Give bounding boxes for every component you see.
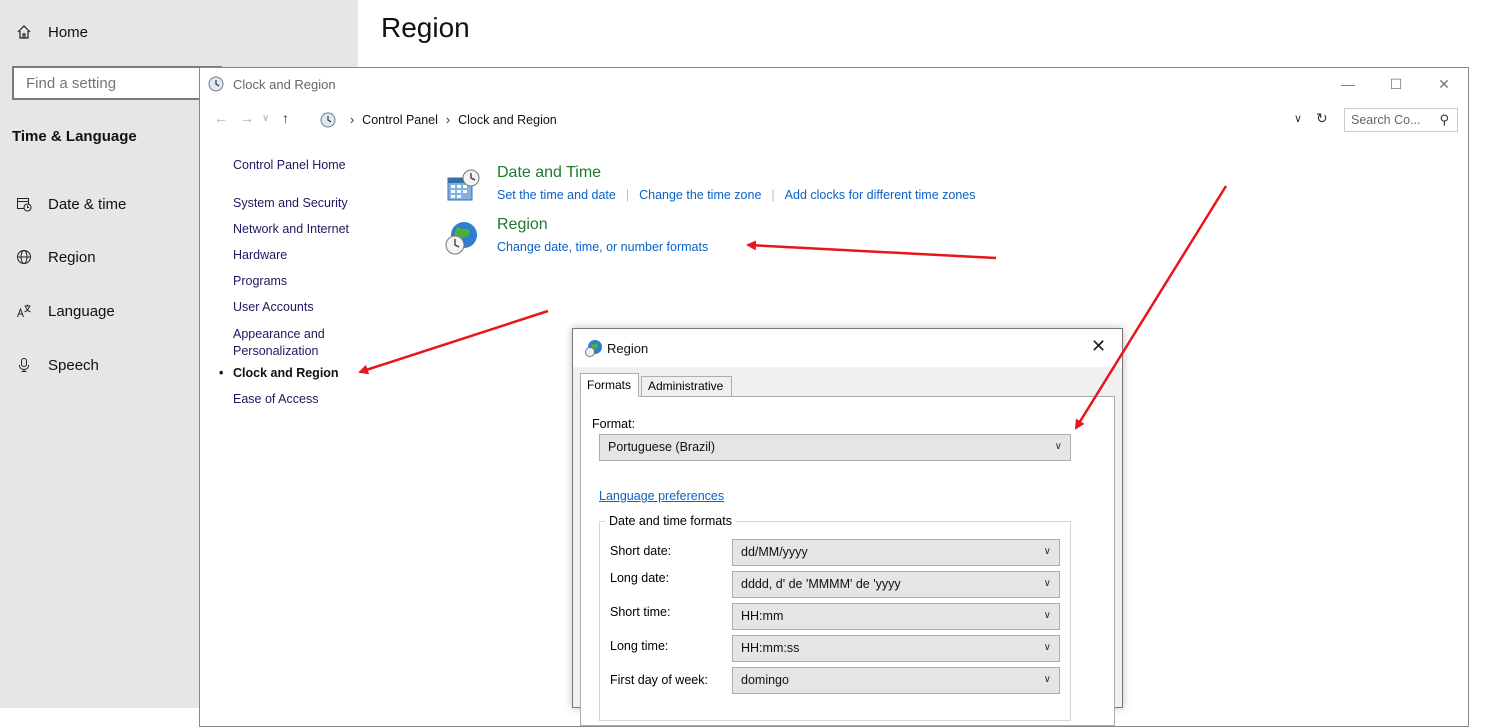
close-dialog-button[interactable]: ✕ (1091, 336, 1106, 357)
back-arrow-icon[interactable]: ← (214, 110, 228, 126)
left-nav-current-item: Clock and Region (219, 366, 339, 380)
nav-label: Date & time (48, 195, 127, 213)
short-date-value: dd/MM/yyyy (741, 545, 808, 559)
region-globe-icon (585, 340, 602, 357)
left-nav-link[interactable]: Programs (233, 274, 287, 288)
set-time-date-link[interactable]: Set the time and date (497, 188, 616, 202)
clock-region-icon (320, 112, 336, 128)
breadcrumb-separator-icon[interactable]: › (446, 113, 450, 127)
nav-item-region[interactable]: Region (0, 237, 96, 277)
tab-administrative[interactable]: Administrative (641, 376, 732, 397)
window-titlebar[interactable]: Clock and Region — ☐ ✕ (200, 68, 1468, 100)
breadcrumb: › Control Panel › Clock and Region (342, 113, 557, 127)
change-time-zone-link[interactable]: Change the time zone (639, 188, 761, 202)
left-nav-link[interactable]: Hardware (233, 248, 287, 262)
nav-label: Language (48, 302, 115, 320)
breadcrumb-item[interactable]: Control Panel (362, 113, 438, 127)
recent-locations-chevron-icon[interactable]: ∨ (262, 113, 269, 124)
minimize-button[interactable]: — (1328, 72, 1368, 96)
language-preferences-link[interactable]: Language preferences (599, 489, 724, 503)
breadcrumb-separator-icon: › (350, 113, 355, 127)
globe-icon (12, 245, 36, 269)
region-dialog: Region ✕ Formats Administrative Format: … (572, 328, 1123, 726)
short-time-dropdown[interactable]: HH:mm ∨ (732, 603, 1060, 630)
left-nav-link[interactable]: Network and Internet (233, 222, 349, 236)
language-icon (12, 299, 36, 323)
chevron-down-icon: ∨ (1043, 578, 1051, 589)
link-divider: | (625, 188, 630, 202)
chevron-down-icon: ∨ (1043, 610, 1051, 621)
search-placeholder: Search Co... (1351, 113, 1421, 127)
tab-formats[interactable]: Formats (580, 373, 639, 397)
first-day-label: First day of week: (610, 673, 708, 687)
search-control-panel-input[interactable]: Search Co... ⚲ (1344, 108, 1458, 132)
short-date-dropdown[interactable]: dd/MM/yyyy ∨ (732, 539, 1060, 566)
nav-label: Region (48, 248, 96, 266)
long-date-label: Long date: (610, 571, 670, 585)
dialog-title: Region (607, 341, 649, 356)
chevron-down-icon: ∨ (1043, 642, 1051, 653)
close-window-button[interactable]: ✕ (1424, 72, 1464, 96)
short-date-label: Short date: (610, 544, 672, 558)
chevron-down-icon: ∨ (1054, 441, 1062, 452)
address-dropdown-icon[interactable]: ∨ (1294, 112, 1302, 125)
first-day-value: domingo (741, 673, 789, 687)
breadcrumb-item[interactable]: Clock and Region (458, 113, 557, 127)
nav-item-language[interactable]: Language (0, 291, 115, 331)
date-time-links: Set the time and date | Change the time zo… (497, 188, 976, 202)
home-icon (12, 20, 36, 44)
link-divider: | (771, 188, 775, 202)
group-title: Date and time formats (605, 514, 736, 528)
maximize-button[interactable]: ☐ (1376, 72, 1416, 96)
format-label: Format: (592, 417, 636, 431)
region-globe-icon[interactable] (444, 220, 480, 256)
window-title: Clock and Region (233, 77, 336, 92)
left-nav-home-link[interactable]: Control Panel Home (233, 158, 346, 172)
nav-item-speech[interactable]: Speech (0, 345, 99, 385)
long-time-label: Long time: (610, 639, 669, 653)
long-time-value: HH:mm:ss (741, 641, 800, 655)
long-date-dropdown[interactable]: dddd, d' de 'MMMM' de 'yyyy ∨ (732, 571, 1060, 598)
first-day-dropdown[interactable]: domingo ∨ (732, 667, 1060, 694)
refresh-icon[interactable]: ↻ (1316, 110, 1328, 127)
format-value: Portuguese (Brazil) (608, 440, 715, 454)
home-label: Home (48, 23, 89, 41)
date-and-time-title[interactable]: Date and Time (497, 164, 601, 182)
long-time-dropdown[interactable]: HH:mm:ss ∨ (732, 635, 1060, 662)
left-nav-link[interactable]: System and Security (233, 196, 348, 210)
region-title[interactable]: Region (497, 216, 548, 234)
forward-arrow-icon[interactable]: → (240, 110, 254, 126)
chevron-down-icon: ∨ (1043, 674, 1051, 685)
short-time-value: HH:mm (741, 609, 784, 623)
home-nav-item[interactable]: Home (0, 12, 88, 52)
up-arrow-icon[interactable]: ↑ (282, 110, 289, 126)
add-clocks-link[interactable]: Add clocks for different time zones (785, 188, 976, 202)
format-dropdown[interactable]: Portuguese (Brazil) ∨ (599, 434, 1071, 461)
left-nav-link[interactable]: Ease of Access (233, 392, 318, 406)
page-title: Region (381, 12, 470, 43)
section-title: Time & Language (12, 128, 137, 145)
chevron-down-icon: ∨ (1043, 546, 1051, 557)
microphone-icon (12, 353, 36, 377)
long-date-value: dddd, d' de 'MMMM' de 'yyyy (741, 577, 901, 591)
short-time-label: Short time: (610, 605, 671, 619)
address-bar: ← → ∨ ↑ › Control Panel › Clock and Region … (200, 106, 1468, 134)
find-setting-input[interactable] (12, 66, 222, 100)
clock-region-icon (208, 76, 224, 92)
left-nav-link[interactable]: Appearance and Personalization (233, 326, 343, 360)
change-formats-link[interactable]: Change date, time, or number formats (497, 240, 708, 254)
date-time-icon[interactable] (446, 168, 482, 204)
calendar-clock-icon (12, 192, 36, 216)
nav-label: Speech (48, 356, 99, 374)
search-icon[interactable]: ⚲ (1439, 112, 1449, 128)
nav-item-date-time[interactable]: Date & time (0, 184, 126, 224)
left-nav-link[interactable]: User Accounts (233, 300, 314, 314)
dialog-titlebar[interactable]: Region ✕ (573, 329, 1122, 367)
